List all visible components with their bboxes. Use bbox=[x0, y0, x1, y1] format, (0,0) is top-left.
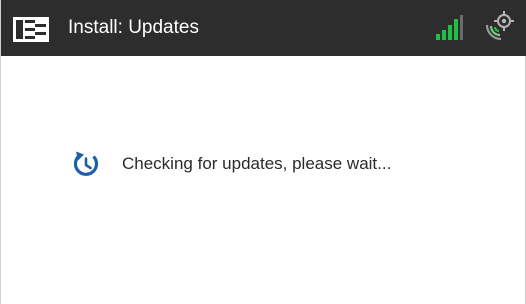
app-logo-icon bbox=[13, 17, 49, 42]
title-bar: Install: Updates bbox=[1, 0, 526, 56]
update-status: Checking for updates, please wait... bbox=[71, 148, 501, 178]
signal-strength-icon bbox=[436, 15, 463, 40]
refresh-icon bbox=[73, 151, 99, 176]
window: Install: Updates Checking for updates, p… bbox=[0, 0, 526, 304]
page-title: Install: Updates bbox=[68, 17, 199, 38]
status-message: Checking for updates, please wait... bbox=[122, 154, 392, 173]
gps-location-icon bbox=[485, 11, 514, 41]
